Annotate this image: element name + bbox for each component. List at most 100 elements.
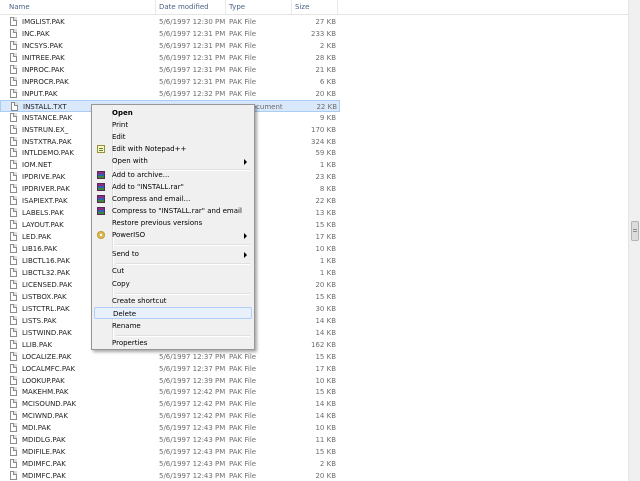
file-size: 15 KB [315,221,336,230]
file-size: 324 KB [311,137,336,146]
file-name: LOOKUP.PAK [22,376,65,385]
menu-item-open-with[interactable]: Open with [94,155,252,167]
menu-item-print[interactable]: Print [94,119,252,131]
file-row[interactable]: INPUT.PAK 5/6/1997 12:32 PM PAK File 20 KB [0,88,340,100]
file-name: MDIFILE.PAK [22,448,66,457]
menu-item-label: Edit with Notepad++ [112,145,187,153]
menu-item-edit-notepad[interactable]: Edit with Notepad++ [94,143,252,155]
file-icon [10,196,17,206]
file-row[interactable]: MCISOUND.PAK 5/6/1997 12:42 PM PAK File 14 … [0,398,340,410]
file-size: 170 KB [311,125,336,134]
file-type: PAK File [229,460,257,469]
file-size: 15 KB [315,448,336,457]
file-name: INPROCR.PAK [22,77,69,86]
menu-item-label: Rename [112,322,141,330]
file-row[interactable]: LOCALMFC.PAK 5/6/1997 12:37 PM PAK File 17 … [0,363,340,375]
menu-item-delete[interactable]: Delete [94,307,252,319]
menu-item-edit[interactable]: Edit [94,131,252,143]
file-date: 5/6/1997 12:31 PM [159,29,226,38]
column-type-label: Type [229,3,246,11]
file-date: 5/6/1997 12:32 PM [159,89,226,98]
file-size: 20 KB [315,280,336,289]
column-name-header[interactable]: Name [0,0,156,14]
menu-item-compress-rar-email[interactable]: Compress to "INSTALL.rar" and email [94,205,252,217]
menu-item-properties[interactable]: Properties [94,337,252,349]
file-type: PAK File [229,77,257,86]
file-icon [10,471,17,481]
file-icon [10,40,17,50]
file-date: 5/6/1997 12:39 PM [159,376,226,385]
menu-item-label: Open with [112,157,148,165]
file-size: 14 KB [315,400,336,409]
column-type-header[interactable]: Type [226,0,292,14]
file-row[interactable]: MDIMFC.PAK 5/6/1997 12:43 PM PAK File 20 KB [0,470,340,481]
file-icon [10,220,17,230]
menu-item-label: Restore previous versions [112,219,203,227]
menu-item-label: Cut [112,267,125,275]
file-icon [10,387,17,397]
file-row[interactable]: INPROC.PAK 5/6/1997 12:31 PM PAK File 21 KB [0,64,340,76]
file-row[interactable]: INPROCR.PAK 5/6/1997 12:31 PM PAK File 6 KB [0,76,340,88]
file-row[interactable]: MAKEHM.PAK 5/6/1997 12:42 PM PAK File 15 KB [0,386,340,398]
file-name: INPUT.PAK [22,89,58,98]
file-type: PAK File [229,424,257,433]
file-type: PAK File [229,400,257,409]
menu-item-open[interactable]: Open [94,107,252,119]
column-header: Name Date modified Type Size [0,0,628,15]
file-row[interactable]: INCSYS.PAK 5/6/1997 12:31 PM PAK File 2 KB [0,40,340,52]
file-size: 14 KB [315,412,336,421]
winrar-icon [97,183,105,191]
file-row[interactable]: LOOKUP.PAK 5/6/1997 12:39 PM PAK File 10 KB [0,375,340,387]
file-name: INITREE.PAK [22,53,65,62]
menu-item-add-archive[interactable]: Add to archive... [94,169,252,181]
file-name: MCISOUND.PAK [22,400,77,409]
file-name: LOCALMFC.PAK [22,364,76,373]
vertical-scrollbar[interactable] [628,0,640,481]
file-type: PAK File [229,364,257,373]
file-row[interactable]: MDI.PAK 5/6/1997 12:43 PM PAK File 10 KB [0,422,340,434]
menu-item-restore-versions[interactable]: Restore previous versions [94,217,252,229]
menu-item-label: Print [112,121,129,129]
menu-item-label: Copy [112,280,130,288]
menu-item-poweriso[interactable]: PowerISO [94,229,252,241]
menu-item-label: Properties [112,339,148,347]
file-row[interactable]: INC.PAK 5/6/1997 12:31 PM PAK File 233 KB [0,28,340,40]
file-icon [10,303,17,313]
file-type: PAK File [229,18,257,26]
submenu-arrow-icon [244,159,247,165]
menu-item-compress-email[interactable]: Compress and email... [94,193,252,205]
column-size-header[interactable]: Size [292,0,338,14]
file-type: PAK File [229,352,257,361]
file-size: 1 KB [319,257,336,265]
menu-item-cut[interactable]: Cut [94,265,252,277]
scrollbar-thumb[interactable] [631,221,639,241]
file-row[interactable]: MDIFILE.PAK 5/6/1997 12:43 PM PAK File 15 K… [0,446,340,458]
column-size-label: Size [295,3,310,11]
file-icon [10,88,17,98]
winrar-icon [97,171,105,179]
file-icon [10,184,17,194]
menu-item-copy[interactable]: Copy [94,278,252,290]
file-icon [10,136,17,146]
menu-item-add-rar[interactable]: Add to "INSTALL.rar" [94,181,252,193]
menu-item-label: Add to "INSTALL.rar" [112,183,184,191]
file-date: 5/6/1997 12:42 PM [159,388,226,397]
file-name: MAKEHM.PAK [22,388,69,397]
file-date: 5/6/1997 12:37 PM [159,364,226,373]
menu-item-send-to[interactable]: Send to [94,248,252,260]
file-row[interactable]: MDIDLG.PAK 5/6/1997 12:43 PM PAK File 11 KB [0,434,340,446]
file-row[interactable]: LOCALIZE.PAK 5/6/1997 12:37 PM PAK File 15 … [0,351,340,363]
column-name-label: Name [9,3,30,11]
menu-item-rename[interactable]: Rename [94,320,252,332]
file-row[interactable]: IMGLIST.PAK 5/6/1997 12:30 PM PAK File 27 K… [0,16,340,28]
file-row[interactable]: MCIWND.PAK 5/6/1997 12:42 PM PAK File 14 KB [0,410,340,422]
menu-item-create-shortcut[interactable]: Create shortcut [94,295,252,307]
file-date: 5/6/1997 12:42 PM [159,412,226,421]
column-date-header[interactable]: Date modified [156,0,226,14]
menu-item-label: PowerISO [112,231,146,239]
file-size: 162 KB [311,340,336,349]
file-row[interactable]: INITREE.PAK 5/6/1997 12:31 PM PAK File 28 K… [0,52,340,64]
file-name: MCIWND.PAK [22,412,68,421]
file-type: PAK File [229,472,257,481]
file-row[interactable]: MDIMFC.PAK 5/6/1997 12:43 PM PAK File 2 KB [0,458,340,470]
